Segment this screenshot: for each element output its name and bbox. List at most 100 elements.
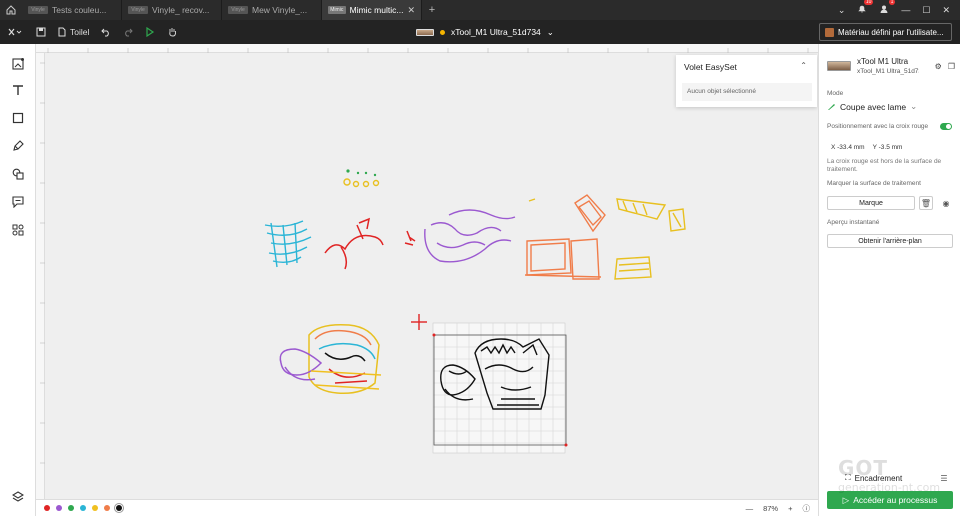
hand-icon[interactable] xyxy=(161,20,183,44)
help-icon[interactable]: ⓘ xyxy=(803,503,811,514)
y-coordinate[interactable]: Y -3.5 mm xyxy=(873,144,903,151)
machine-image xyxy=(827,61,851,71)
swatch[interactable] xyxy=(68,505,74,511)
swatch[interactable] xyxy=(56,505,62,511)
close-window-icon[interactable]: ✕ xyxy=(942,5,950,16)
text-tool-icon[interactable] xyxy=(9,81,27,99)
home-icon[interactable] xyxy=(0,0,22,20)
tab-2[interactable]: Vinyle Mew Vinyle_... xyxy=(222,0,322,20)
play-icon: ▷ xyxy=(842,494,850,505)
swatch[interactable] xyxy=(92,505,98,511)
layers-icon[interactable] xyxy=(9,488,27,506)
easyset-empty: Aucun objet sélectionné xyxy=(682,83,812,101)
material-label: Matériau défini par l'utilisate... xyxy=(838,27,944,37)
user-badge: 1 xyxy=(888,0,896,5)
import-image-icon[interactable] xyxy=(9,54,27,72)
user-icon[interactable]: 1 xyxy=(879,0,896,16)
cross-coordinates: X -33.4 mm Y -3.5 mm xyxy=(827,140,953,154)
notification-badge: 10 xyxy=(863,0,874,5)
app-menu-icon[interactable] xyxy=(0,20,30,44)
copy-icon[interactable]: ❐ xyxy=(948,62,955,71)
close-icon[interactable]: ✕ xyxy=(407,5,415,16)
ruler-horizontal xyxy=(36,44,818,53)
elements-icon[interactable] xyxy=(9,165,27,183)
tab-label: Vinyle_ recov... xyxy=(152,5,210,15)
canvas-design-purple[interactable] xyxy=(424,209,516,263)
tab-thumb: Vinyle xyxy=(128,6,148,14)
canvas-design-orange[interactable] xyxy=(524,194,606,280)
ruler-vertical xyxy=(36,53,45,499)
mode-label: Mode xyxy=(827,90,844,97)
canvas-design-mimic-color[interactable] xyxy=(279,323,382,395)
tab-0[interactable]: Vinyle Tests couleu... xyxy=(22,0,122,20)
tab-label: Tests couleu... xyxy=(52,5,107,15)
background-button[interactable]: Obtenir l'arrière-plan xyxy=(827,234,953,248)
bottom-bar: — 87% + ⓘ xyxy=(36,499,818,516)
zoom-controls: — 87% + ⓘ xyxy=(746,503,818,514)
machine-card[interactable]: xTool M1 Ultra xTool_M1 Ultra_51d734 ⚙ ❐ xyxy=(827,50,955,82)
redo-icon[interactable] xyxy=(117,20,139,44)
file-label: Toilel xyxy=(70,27,90,37)
eye-icon[interactable]: ◉ xyxy=(939,196,953,210)
trash-icon[interactable]: 🗑 xyxy=(919,196,933,210)
tab-thumb: Mimic xyxy=(328,6,346,14)
easyset-title: Volet EasySet xyxy=(684,62,737,72)
tab-thumb: Vinyle xyxy=(28,6,48,14)
settings-icon[interactable]: ⚙ xyxy=(935,62,942,71)
apps-icon[interactable] xyxy=(9,221,27,239)
tab-label: Mew Vinyle_... xyxy=(252,5,308,15)
canvas-design-dots[interactable] xyxy=(343,169,380,188)
material-button[interactable]: Matériau défini par l'utilisate... xyxy=(819,23,952,41)
chevron-down-icon[interactable]: ⌄ xyxy=(838,5,846,16)
right-panel: xTool M1 Ultra xTool_M1 Ultra_51d734 ⚙ ❐… xyxy=(818,44,960,516)
red-cross-marker xyxy=(411,314,427,330)
color-swatches xyxy=(44,503,124,513)
zoom-out-button[interactable]: — xyxy=(746,504,754,513)
zoom-level: 87% xyxy=(763,503,779,513)
process-label: Accéder au processus xyxy=(853,495,938,505)
add-tab-icon[interactable]: + xyxy=(422,4,442,16)
positioning-label: Positionnement avec la croix rouge xyxy=(827,123,929,130)
tab-bar: Vinyle Tests couleu... Vinyle Vinyle_ reco… xyxy=(0,0,960,20)
mode-value: Coupe avec lame xyxy=(840,101,907,112)
design-canvas[interactable] xyxy=(45,53,818,499)
tab-label: Mimic multic... xyxy=(349,5,404,15)
tab-3[interactable]: Mimic Mimic multic... ✕ xyxy=(322,0,422,20)
zoom-in-button[interactable]: + xyxy=(788,504,792,513)
x-coordinate[interactable]: X -33.4 mm xyxy=(831,144,865,151)
machine-id: xTool_M1 Ultra_51d734 xyxy=(857,68,919,75)
shape-tool-icon[interactable] xyxy=(9,109,27,127)
blade-icon xyxy=(828,104,835,110)
cross-warning: La croix rouge est hors de la surface de… xyxy=(827,158,942,173)
notification-icon[interactable]: 10 xyxy=(857,0,874,16)
chevron-down-icon: ⌄ xyxy=(546,26,554,37)
left-toolbar xyxy=(0,44,36,516)
device-name: xTool_M1 Ultra_51d734 xyxy=(451,27,541,37)
swatch[interactable] xyxy=(104,505,110,511)
mark-label: Marquer la surface de traitement xyxy=(827,180,921,187)
file-button[interactable]: Toilel xyxy=(52,27,95,37)
file-icon xyxy=(58,27,66,37)
mark-button[interactable]: Marque xyxy=(827,196,915,210)
chat-icon[interactable] xyxy=(9,193,27,211)
swatch[interactable] xyxy=(80,505,86,511)
canvas-design-cyan[interactable] xyxy=(264,220,312,268)
swatch[interactable] xyxy=(114,503,124,513)
canvas-design-red[interactable] xyxy=(324,217,416,270)
undo-icon[interactable] xyxy=(95,20,117,44)
chevron-down-icon: ⌄ xyxy=(910,101,918,111)
pen-tool-icon[interactable] xyxy=(9,137,27,155)
swatch[interactable] xyxy=(44,505,50,511)
play-icon[interactable] xyxy=(139,20,161,44)
tab-1[interactable]: Vinyle Vinyle_ recov... xyxy=(122,0,222,20)
positioning-toggle[interactable] xyxy=(940,123,952,130)
main-toolbar: Toilel xTool_M1 Ultra_51d734 ⌄ Matériau … xyxy=(0,20,960,44)
device-selector[interactable]: xTool_M1 Ultra_51d734 ⌄ xyxy=(416,20,554,44)
save-icon[interactable] xyxy=(30,20,52,44)
minimize-icon[interactable]: — xyxy=(901,5,910,15)
canvas-design-yellow[interactable] xyxy=(528,198,686,280)
mode-select[interactable]: Coupe avec lame ⌄ xyxy=(827,101,917,112)
maximize-icon[interactable]: ☐ xyxy=(922,5,930,16)
easyset-panel: Volet EasySet ⌃ Aucun objet sélectionné xyxy=(676,55,817,107)
collapse-icon[interactable]: ⌃ xyxy=(800,61,807,70)
